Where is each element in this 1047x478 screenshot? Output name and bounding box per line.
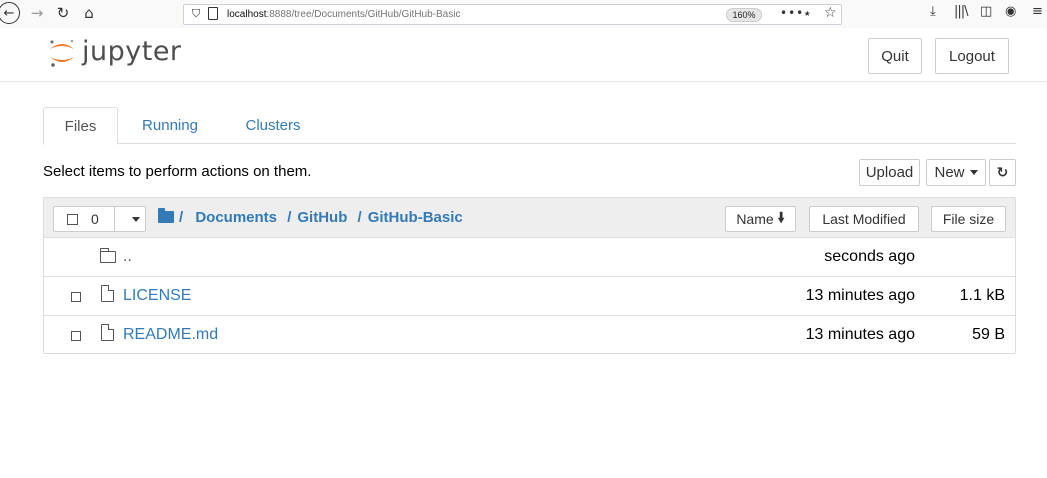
divider bbox=[114, 207, 115, 231]
list-item-modified: 13 minutes ago bbox=[805, 287, 915, 304]
back-arrow-icon[interactable]: ← bbox=[0, 2, 20, 24]
tab-files[interactable]: Files bbox=[43, 107, 118, 145]
page-actions-menu-icon[interactable]: ••• bbox=[780, 6, 804, 20]
page-info-icon[interactable] bbox=[208, 7, 218, 20]
home-icon[interactable]: ⌂ bbox=[78, 2, 100, 24]
url-text[interactable]: localhost:8888/tree/Documents/GitHub/Git… bbox=[227, 9, 460, 20]
select-all-dropdown[interactable]: 0 bbox=[53, 206, 146, 232]
list-item-name[interactable]: LICENSE bbox=[123, 287, 191, 305]
list-item-checkbox[interactable] bbox=[71, 331, 81, 341]
shield-icon[interactable]: ⛉ bbox=[192, 7, 200, 21]
sort-name-label: Name bbox=[736, 211, 774, 227]
tab-bar: Files Running Clusters bbox=[43, 107, 1016, 145]
list-item[interactable]: README.md 13 minutes ago 59 B bbox=[44, 316, 1015, 355]
list-item-name[interactable]: README.md bbox=[123, 326, 218, 344]
new-button-label: New bbox=[934, 164, 965, 181]
list-item-name[interactable]: .. bbox=[123, 248, 132, 266]
list-item-modified: seconds ago bbox=[824, 248, 915, 265]
breadcrumb-github-basic[interactable]: GitHub-Basic bbox=[368, 209, 463, 226]
jupyter-logo-icon bbox=[48, 38, 76, 67]
selected-count: 0 bbox=[91, 211, 99, 227]
sort-by-modified-button[interactable]: Last Modified bbox=[809, 206, 919, 232]
tab-running[interactable]: Running bbox=[129, 107, 211, 144]
reload-icon[interactable]: ↻ bbox=[52, 2, 74, 24]
arrow-down-icon: 🠛 bbox=[777, 210, 785, 226]
jupyter-header: jupyter Quit Logout bbox=[0, 28, 1047, 82]
account-icon[interactable]: ◉ bbox=[1005, 4, 1016, 19]
list-item-modified: 13 minutes ago bbox=[805, 326, 915, 343]
tab-clusters[interactable]: Clusters bbox=[229, 107, 317, 144]
list-item-size: 59 B bbox=[972, 326, 1005, 343]
list-item-size: 1.1 kB bbox=[959, 287, 1005, 304]
refresh-button[interactable]: ↻ bbox=[989, 159, 1016, 186]
sidebar-icon[interactable]: ◫ bbox=[980, 4, 992, 19]
caret-down-icon[interactable] bbox=[132, 217, 140, 222]
file-icon bbox=[101, 324, 114, 341]
zoom-level-badge[interactable]: 160% bbox=[726, 8, 762, 22]
breadcrumb: / Documents / GitHub / GitHub-Basic bbox=[179, 209, 463, 226]
library-icon[interactable]: |||\ bbox=[954, 4, 968, 19]
sort-by-name-button[interactable]: Name 🠛 bbox=[725, 206, 796, 232]
breadcrumb-root[interactable]: / bbox=[179, 209, 183, 226]
list-item[interactable]: .. seconds ago bbox=[44, 238, 1015, 277]
breadcrumb-github[interactable]: GitHub bbox=[297, 209, 347, 226]
breadcrumb-documents[interactable]: Documents bbox=[195, 209, 277, 226]
address-bar[interactable]: ⛉ localhost:8888/tree/Documents/GitHub/G… bbox=[183, 4, 842, 25]
folder-icon bbox=[100, 248, 116, 263]
forward-arrow-icon[interactable]: → bbox=[26, 2, 48, 24]
browser-toolbar: ← → ↻ ⌂ ⛉ localhost:8888/tree/Documents/… bbox=[0, 0, 1047, 28]
jupyter-logo[interactable]: jupyter bbox=[48, 36, 182, 67]
select-all-checkbox[interactable] bbox=[67, 214, 78, 225]
bookmark-star-icon[interactable]: ☆ bbox=[824, 5, 837, 21]
logout-button[interactable]: Logout bbox=[935, 38, 1009, 74]
quit-button[interactable]: Quit bbox=[868, 38, 922, 74]
file-icon bbox=[101, 285, 114, 302]
upload-button[interactable]: Upload bbox=[859, 159, 920, 186]
folder-icon[interactable] bbox=[158, 208, 174, 223]
file-list-header: 0 / Documents / GitHub / GitHub-Basic Name… bbox=[44, 198, 1015, 238]
downloads-icon[interactable]: ⤓ bbox=[930, 4, 936, 19]
list-item[interactable]: LICENSE 13 minutes ago 1.1 kB bbox=[44, 277, 1015, 316]
caret-down-icon bbox=[969, 170, 978, 175]
list-item-checkbox[interactable] bbox=[71, 292, 81, 302]
breadcrumb-separator: / bbox=[357, 209, 362, 226]
url-host: localhost bbox=[227, 9, 267, 20]
new-dropdown-button[interactable]: New bbox=[926, 159, 986, 186]
menu-icon[interactable]: ≡ bbox=[1032, 4, 1043, 19]
pocket-icon[interactable]: ⭑ bbox=[804, 6, 810, 21]
sort-by-size-button[interactable]: File size bbox=[931, 206, 1006, 232]
breadcrumb-separator: / bbox=[287, 209, 292, 226]
file-list: 0 / Documents / GitHub / GitHub-Basic Name… bbox=[43, 197, 1016, 354]
jupyter-logo-text: jupyter bbox=[82, 36, 182, 67]
url-path: :8888/tree/Documents/GitHub/GitHub-Basic bbox=[266, 9, 461, 20]
refresh-icon: ↻ bbox=[996, 164, 1009, 181]
selection-message: Select items to perform actions on them. bbox=[43, 163, 312, 180]
